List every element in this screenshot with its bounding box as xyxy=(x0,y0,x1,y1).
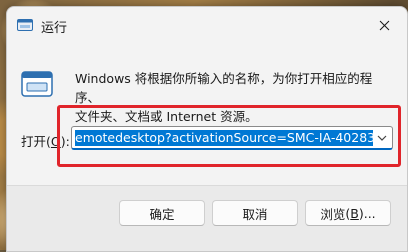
ok-button[interactable]: 确定 xyxy=(119,200,205,226)
dialog-footer: 确定 取消 浏览(B)... xyxy=(7,185,407,251)
description-line-2: 文件夹、文档或 Internet 资源。 xyxy=(75,109,258,124)
open-combobox[interactable]: emotedesktop?activationSource=SMC-IA-402… xyxy=(71,126,393,150)
dialog-content: Windows 将根据你所输入的名称，为你打开相应的程序、 文件夹、文档或 In… xyxy=(7,43,407,185)
run-program-icon xyxy=(21,71,53,97)
close-icon xyxy=(379,20,389,30)
description-line-1: Windows 将根据你所输入的名称，为你打开相应的程序、 xyxy=(75,71,373,105)
close-button[interactable] xyxy=(361,7,407,43)
open-input-selected-text[interactable]: emotedesktop?activationSource=SMC-IA-402… xyxy=(75,130,373,146)
chevron-down-icon xyxy=(377,135,387,141)
run-dialog: 运行 Windows 将根据你所输入的名称，为你打开相应的程序、 文件夹、文档或… xyxy=(6,6,408,252)
run-app-icon xyxy=(17,19,33,31)
dialog-description: Windows 将根据你所输入的名称，为你打开相应的程序、 文件夹、文档或 In… xyxy=(75,69,395,126)
title-bar[interactable]: 运行 xyxy=(7,7,407,43)
cancel-button[interactable]: 取消 xyxy=(212,200,298,226)
open-label: 打开(O): xyxy=(21,134,70,149)
window-title: 运行 xyxy=(41,21,68,36)
browse-button[interactable]: 浏览(B)... xyxy=(305,200,391,226)
dropdown-button[interactable] xyxy=(374,130,390,146)
